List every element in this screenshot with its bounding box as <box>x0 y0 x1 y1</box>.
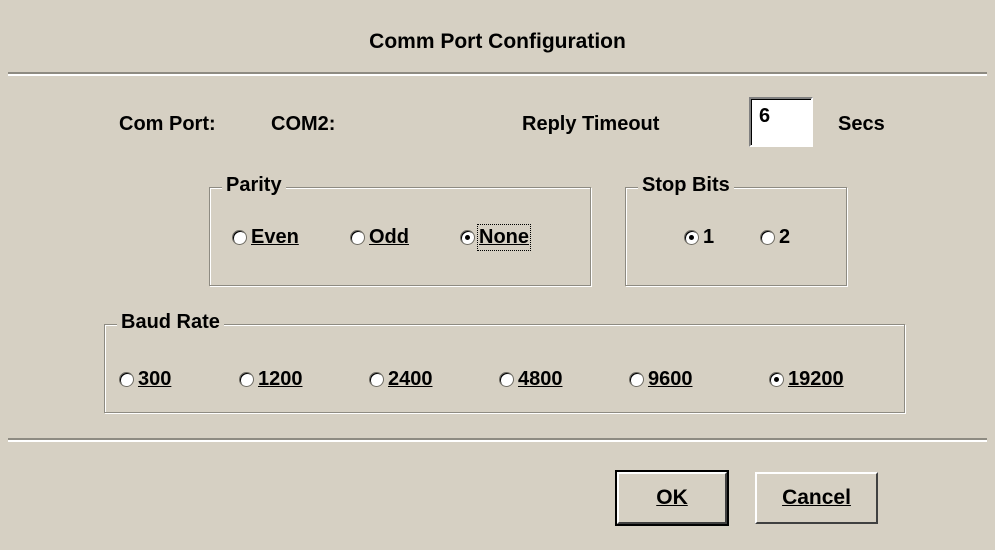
comm-port-dialog: Comm Port Configuration Com Port: COM2: … <box>0 0 995 550</box>
baud-19200-radio[interactable]: 19200 <box>769 368 844 391</box>
stop-bits-1-radio[interactable]: 1 <box>684 226 714 249</box>
parity-none-radio[interactable]: None <box>460 224 531 251</box>
bottom-separator <box>8 438 987 442</box>
radio-circle-icon <box>239 372 254 387</box>
baud-rate-group-title: Baud Rate <box>117 311 224 334</box>
radio-selected-icon <box>684 230 699 245</box>
stop-bits-2-label: 2 <box>779 226 791 248</box>
baud-19200-label: 19200 <box>788 368 844 390</box>
stop-bits-1-label: 1 <box>703 226 715 248</box>
baud-2400-radio[interactable]: 2400 <box>369 368 433 391</box>
com-port-label: Com Port: <box>119 113 216 135</box>
parity-even-radio[interactable]: Even <box>232 226 299 249</box>
radio-circle-icon <box>350 230 365 245</box>
radio-circle-icon <box>629 372 644 387</box>
parity-group-title: Parity <box>222 174 286 197</box>
cancel-button[interactable]: Cancel <box>755 472 878 524</box>
baud-9600-label: 9600 <box>648 368 693 390</box>
reply-timeout-label: Reply Timeout <box>522 113 660 135</box>
ok-button[interactable]: OK <box>615 470 729 526</box>
baud-4800-label: 4800 <box>518 368 563 390</box>
parity-odd-label: Odd <box>369 226 409 248</box>
baud-1200-radio[interactable]: 1200 <box>239 368 303 391</box>
reply-timeout-unit: Secs <box>838 113 885 135</box>
radio-circle-icon <box>232 230 247 245</box>
baud-4800-radio[interactable]: 4800 <box>499 368 563 391</box>
parity-even-label: Even <box>251 226 299 248</box>
baud-300-radio[interactable]: 300 <box>119 368 171 391</box>
radio-circle-icon <box>119 372 134 387</box>
reply-timeout-input[interactable]: 6 <box>749 97 813 147</box>
baud-1200-label: 1200 <box>258 368 303 390</box>
parity-group: Parity Even Odd None <box>209 174 591 286</box>
radio-circle-icon <box>369 372 384 387</box>
stop-bits-group-title: Stop Bits <box>638 174 734 197</box>
radio-selected-icon <box>460 230 475 245</box>
baud-rate-group: Baud Rate 300 1200 2400 4800 9600 19200 <box>104 311 905 413</box>
parity-odd-radio[interactable]: Odd <box>350 226 409 249</box>
top-separator <box>8 72 987 76</box>
parity-none-label: None <box>477 224 531 251</box>
baud-2400-label: 2400 <box>388 368 433 390</box>
stop-bits-2-radio[interactable]: 2 <box>760 226 790 249</box>
dialog-title: Comm Port Configuration <box>369 30 626 53</box>
com-port-value: COM2: <box>271 113 336 135</box>
radio-circle-icon <box>760 230 775 245</box>
baud-300-label: 300 <box>138 368 172 390</box>
baud-9600-radio[interactable]: 9600 <box>629 368 693 391</box>
radio-selected-icon <box>769 372 784 387</box>
stop-bits-group: Stop Bits 1 2 <box>625 174 847 286</box>
radio-circle-icon <box>499 372 514 387</box>
